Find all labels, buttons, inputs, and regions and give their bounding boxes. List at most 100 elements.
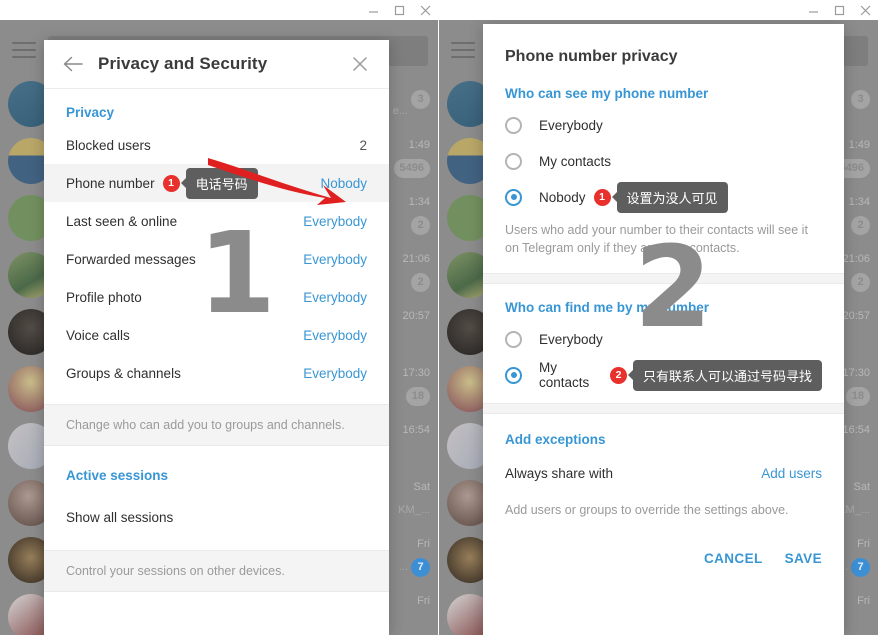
row-label: Always share with [505, 465, 614, 481]
maximize-icon[interactable] [826, 0, 852, 20]
row-forwarded-messages[interactable]: Forwarded messages Everybody [44, 240, 389, 278]
chat-time: 1:34 [408, 196, 430, 208]
radio-find-everybody[interactable]: Everybody [483, 321, 844, 357]
section-title-privacy: Privacy [66, 105, 115, 120]
row-label: Groups & channels [66, 365, 181, 381]
section-title-who-can-see: Who can see my phone number [505, 86, 709, 101]
row-groups-and-channels[interactable]: Groups & channels Everybody [44, 354, 389, 392]
chat-unread-badge: 2 [411, 273, 430, 292]
close-icon[interactable] [412, 0, 438, 20]
radio-label: Nobody [539, 189, 586, 205]
dialog-footer: CANCEL SAVE [483, 535, 844, 584]
radio-see-everybody[interactable]: Everybody [483, 107, 844, 143]
chat-meta: 21:06 2 [842, 253, 870, 292]
row-label: Profile photo [66, 289, 142, 305]
privacy-section: Privacy Blocked users 2 Phone number 1 电… [44, 89, 389, 392]
chat-time: 21:06 [402, 253, 430, 265]
privacy-and-security-dialog: Privacy and Security Privacy Blocked use… [44, 40, 389, 635]
close-icon[interactable] [852, 0, 878, 20]
chat-unread-badge: 3 [411, 90, 430, 109]
back-arrow-icon[interactable] [58, 49, 88, 79]
row-label: Show all sessions [66, 509, 174, 525]
row-label: Last seen & online [66, 213, 178, 229]
tooltip-set-nobody: 设置为没人可见 [616, 181, 728, 213]
radio-icon[interactable] [505, 152, 522, 170]
chat-meta: 1:34 2 [849, 196, 870, 235]
row-value: Nobody [320, 175, 367, 191]
close-icon[interactable] [345, 49, 375, 79]
chat-meta: 17:30 18 [842, 367, 870, 406]
section-divider [483, 273, 844, 285]
step-badge-1: 1 [593, 188, 611, 206]
exceptions-hint: Add users or groups to override the sett… [505, 503, 789, 518]
who-can-see-section: Who can see my phone number Everybody My… [483, 70, 844, 274]
chat-meta: Fri 7 [411, 538, 430, 577]
radio-find-my-contacts[interactable]: My contacts 2 只有联系人可以通过号码寻找 [483, 357, 844, 393]
chat-time: Sat [853, 481, 870, 493]
chat-time: 20:57 [842, 310, 870, 322]
right-titlebar [439, 0, 878, 20]
hamburger-icon[interactable] [451, 42, 475, 59]
sessions-hint-text: Control your sessions on other devices. [44, 550, 389, 592]
row-last-seen-online[interactable]: Last seen & online Everybody [44, 202, 389, 240]
tooltip-phone-number: 电话号码 [185, 167, 258, 199]
radio-icon-selected[interactable] [505, 366, 522, 384]
radio-icon-selected[interactable] [505, 188, 522, 206]
dialog-title: Phone number privacy [505, 48, 678, 65]
chat-unread-badge: 2 [411, 216, 430, 235]
minimize-icon[interactable] [800, 0, 826, 20]
row-label: Voice calls [66, 327, 130, 343]
chat-unread-badge: 3 [851, 90, 870, 109]
chat-snippet: e... [392, 105, 408, 117]
row-label: Active sessions [66, 467, 169, 483]
row-label: Blocked users [66, 137, 151, 153]
row-active-sessions[interactable]: Active sessions [44, 454, 389, 496]
chat-unread-badge: 7 [411, 558, 430, 577]
chat-unread-badge: 2 [851, 216, 870, 235]
chat-unread-badge: 18 [405, 387, 430, 406]
chat-time: 17:30 [402, 367, 430, 379]
row-always-share-with[interactable]: Always share with Add users [483, 453, 844, 493]
chat-meta: Fri [417, 595, 430, 607]
radio-icon[interactable] [505, 116, 522, 134]
row-profile-photo[interactable]: Profile photo Everybody [44, 278, 389, 316]
row-phone-number[interactable]: Phone number 1 电话号码 Nobody [44, 164, 389, 202]
chat-meta: 3 [411, 82, 430, 109]
chat-snippet: KM_... [398, 504, 430, 516]
radio-see-nobody[interactable]: Nobody 1 设置为没人可见 [483, 179, 844, 215]
row-blocked-users[interactable]: Blocked users 2 [44, 126, 389, 164]
row-value: Everybody [303, 327, 367, 343]
row-label: Phone number [66, 175, 155, 191]
minimize-icon[interactable] [360, 0, 386, 20]
tooltip-contacts-find: 只有联系人可以通过号码寻找 [632, 359, 822, 391]
step-badge-1: 1 [162, 174, 180, 192]
chat-time: 1:49 [408, 139, 430, 151]
row-value: Everybody [303, 213, 367, 229]
row-show-all-sessions[interactable]: Show all sessions [44, 496, 389, 538]
row-voice-calls[interactable]: Voice calls Everybody [44, 316, 389, 354]
radio-label: My contacts [539, 153, 612, 169]
section-title-add-exceptions: Add exceptions [505, 432, 606, 448]
chat-time: Fri [857, 538, 870, 550]
left-window: e... 3 1:49 5496 1:34 2 21:06 2 20:57 17… [0, 0, 439, 635]
save-button[interactable]: SAVE [785, 551, 822, 566]
chat-time: 17:30 [842, 367, 870, 379]
cancel-button[interactable]: CANCEL [704, 551, 763, 566]
chat-meta: 17:30 18 [402, 367, 430, 406]
add-exceptions-section: Add exceptions Always share with Add use… [483, 414, 844, 536]
row-value: Everybody [303, 251, 367, 267]
phone-number-privacy-dialog: Phone number privacy Who can see my phon… [483, 24, 844, 635]
hamburger-icon[interactable] [12, 42, 36, 59]
add-users-button[interactable]: Add users [761, 466, 822, 481]
chat-meta: Sat [853, 481, 870, 493]
chat-meta: Fri [857, 595, 870, 607]
radio-icon[interactable] [505, 330, 522, 348]
radio-see-my-contacts[interactable]: My contacts [483, 143, 844, 179]
chat-meta: Fri 7 [851, 538, 870, 577]
section-divider [483, 403, 844, 415]
screen-root: e... 3 1:49 5496 1:34 2 21:06 2 20:57 17… [0, 0, 878, 635]
left-titlebar [0, 0, 438, 20]
chat-unread-badge: 18 [845, 387, 870, 406]
chat-time: 1:34 [848, 196, 870, 208]
maximize-icon[interactable] [386, 0, 412, 20]
